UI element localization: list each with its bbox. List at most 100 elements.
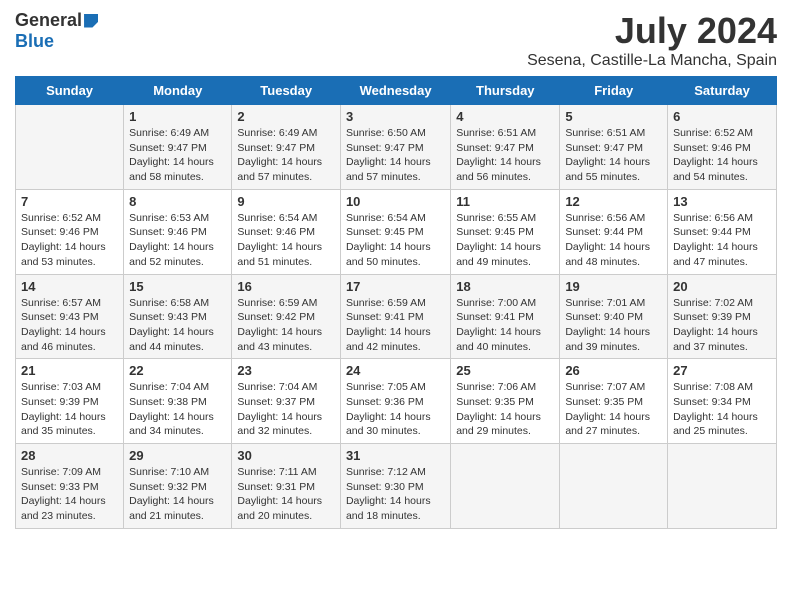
day-number: 5 (565, 109, 662, 124)
day-number: 4 (456, 109, 554, 124)
calendar-week-1: 1 Sunrise: 6:49 AMSunset: 9:47 PMDaylight… (16, 105, 777, 190)
weekday-header-wednesday: Wednesday (340, 77, 450, 105)
day-info: Sunrise: 6:54 AMSunset: 9:46 PMDaylight:… (237, 211, 335, 270)
calendar-cell: 19 Sunrise: 7:01 AMSunset: 9:40 PMDayligh… (560, 274, 668, 359)
logo: General Blue (15, 10, 98, 52)
day-info: Sunrise: 7:02 AMSunset: 9:39 PMDaylight:… (673, 296, 771, 355)
day-number: 16 (237, 279, 335, 294)
day-number: 29 (129, 448, 226, 463)
calendar-cell: 21Sunrise: 7:03 AMSunset: 9:39 PMDayligh… (16, 359, 124, 444)
calendar-cell: 22 Sunrise: 7:04 AMSunset: 9:38 PMDayligh… (124, 359, 232, 444)
weekday-row: SundayMondayTuesdayWednesdayThursdayFrid… (16, 77, 777, 105)
day-number: 12 (565, 194, 662, 209)
day-number: 23 (237, 363, 335, 378)
day-info: Sunrise: 6:49 AMSunset: 9:47 PMDaylight:… (237, 126, 335, 185)
calendar-cell: 4 Sunrise: 6:51 AMSunset: 9:47 PMDaylight… (451, 105, 560, 190)
day-number: 11 (456, 194, 554, 209)
day-number: 31 (346, 448, 445, 463)
day-number: 6 (673, 109, 771, 124)
calendar-cell: 7Sunrise: 6:52 AMSunset: 9:46 PMDaylight… (16, 189, 124, 274)
calendar-cell: 13 Sunrise: 6:56 AMSunset: 9:44 PMDayligh… (668, 189, 777, 274)
day-number: 30 (237, 448, 335, 463)
day-info: Sunrise: 7:11 AMSunset: 9:31 PMDaylight:… (237, 465, 335, 524)
calendar-cell (560, 444, 668, 529)
calendar-cell: 25Sunrise: 7:06 AMSunset: 9:35 PMDayligh… (451, 359, 560, 444)
calendar-cell: 26 Sunrise: 7:07 AMSunset: 9:35 PMDayligh… (560, 359, 668, 444)
day-info: Sunrise: 7:04 AMSunset: 9:37 PMDaylight:… (237, 380, 335, 439)
weekday-header-friday: Friday (560, 77, 668, 105)
calendar-week-2: 7Sunrise: 6:52 AMSunset: 9:46 PMDaylight… (16, 189, 777, 274)
day-info: Sunrise: 6:51 AMSunset: 9:47 PMDaylight:… (565, 126, 662, 185)
day-number: 10 (346, 194, 445, 209)
calendar-cell: 16 Sunrise: 6:59 AMSunset: 9:42 PMDayligh… (232, 274, 341, 359)
day-info: Sunrise: 6:52 AMSunset: 9:46 PMDaylight:… (673, 126, 771, 185)
day-number: 28 (21, 448, 118, 463)
day-number: 19 (565, 279, 662, 294)
calendar-cell: 28Sunrise: 7:09 AMSunset: 9:33 PMDayligh… (16, 444, 124, 529)
day-number: 22 (129, 363, 226, 378)
calendar-cell: 29 Sunrise: 7:10 AMSunset: 9:32 PMDayligh… (124, 444, 232, 529)
day-number: 24 (346, 363, 445, 378)
day-info: Sunrise: 7:05 AMSunset: 9:36 PMDaylight:… (346, 380, 445, 439)
day-number: 13 (673, 194, 771, 209)
weekday-header-sunday: Sunday (16, 77, 124, 105)
day-number: 1 (129, 109, 226, 124)
day-number: 14 (21, 279, 118, 294)
day-info: Sunrise: 6:56 AMSunset: 9:44 PMDaylight:… (673, 211, 771, 270)
calendar-cell: 27 Sunrise: 7:08 AMSunset: 9:34 PMDayligh… (668, 359, 777, 444)
day-info: Sunrise: 6:51 AMSunset: 9:47 PMDaylight:… (456, 126, 554, 185)
calendar-cell: 14 Sunrise: 6:57 AMSunset: 9:43 PMDayligh… (16, 274, 124, 359)
day-number: 8 (129, 194, 226, 209)
calendar-cell: 1 Sunrise: 6:49 AMSunset: 9:47 PMDaylight… (124, 105, 232, 190)
calendar-week-5: 28Sunrise: 7:09 AMSunset: 9:33 PMDayligh… (16, 444, 777, 529)
day-info: Sunrise: 6:49 AMSunset: 9:47 PMDaylight:… (129, 126, 226, 185)
calendar-cell (668, 444, 777, 529)
day-info: Sunrise: 6:55 AMSunset: 9:45 PMDaylight:… (456, 211, 554, 270)
day-number: 9 (237, 194, 335, 209)
day-info: Sunrise: 6:57 AMSunset: 9:43 PMDaylight:… (21, 296, 118, 355)
day-number: 7 (21, 194, 118, 209)
day-number: 18 (456, 279, 554, 294)
calendar-cell: 6 Sunrise: 6:52 AMSunset: 9:46 PMDaylight… (668, 105, 777, 190)
day-info: Sunrise: 7:08 AMSunset: 9:34 PMDaylight:… (673, 380, 771, 439)
logo-general: General (15, 10, 82, 31)
day-info: Sunrise: 7:12 AMSunset: 9:30 PMDaylight:… (346, 465, 445, 524)
calendar-cell: 3Sunrise: 6:50 AMSunset: 9:47 PMDaylight… (340, 105, 450, 190)
day-info: Sunrise: 7:07 AMSunset: 9:35 PMDaylight:… (565, 380, 662, 439)
day-info: Sunrise: 6:58 AMSunset: 9:43 PMDaylight:… (129, 296, 226, 355)
day-info: Sunrise: 6:53 AMSunset: 9:46 PMDaylight:… (129, 211, 226, 270)
calendar-title: July 2024 (527, 10, 777, 52)
day-info: Sunrise: 7:10 AMSunset: 9:32 PMDaylight:… (129, 465, 226, 524)
calendar-header: SundayMondayTuesdayWednesdayThursdayFrid… (16, 77, 777, 105)
day-info: Sunrise: 7:04 AMSunset: 9:38 PMDaylight:… (129, 380, 226, 439)
day-number: 26 (565, 363, 662, 378)
day-info: Sunrise: 6:59 AMSunset: 9:41 PMDaylight:… (346, 296, 445, 355)
day-number: 21 (21, 363, 118, 378)
calendar-cell: 10 Sunrise: 6:54 AMSunset: 9:45 PMDayligh… (340, 189, 450, 274)
calendar-week-4: 21Sunrise: 7:03 AMSunset: 9:39 PMDayligh… (16, 359, 777, 444)
calendar-body: 1 Sunrise: 6:49 AMSunset: 9:47 PMDaylight… (16, 105, 777, 529)
calendar-location: Sesena, Castille-La Mancha, Spain (527, 52, 777, 70)
day-number: 27 (673, 363, 771, 378)
calendar-cell: 2 Sunrise: 6:49 AMSunset: 9:47 PMDaylight… (232, 105, 341, 190)
page-header: General Blue July 2024 Sesena, Castille-… (15, 10, 777, 70)
calendar-week-3: 14 Sunrise: 6:57 AMSunset: 9:43 PMDayligh… (16, 274, 777, 359)
day-info: Sunrise: 7:01 AMSunset: 9:40 PMDaylight:… (565, 296, 662, 355)
calendar-cell: 8 Sunrise: 6:53 AMSunset: 9:46 PMDaylight… (124, 189, 232, 274)
calendar-cell: 18Sunrise: 7:00 AMSunset: 9:41 PMDayligh… (451, 274, 560, 359)
day-info: Sunrise: 6:59 AMSunset: 9:42 PMDaylight:… (237, 296, 335, 355)
day-info: Sunrise: 6:54 AMSunset: 9:45 PMDaylight:… (346, 211, 445, 270)
day-number: 2 (237, 109, 335, 124)
logo-icon (84, 14, 98, 28)
calendar-cell: 15 Sunrise: 6:58 AMSunset: 9:43 PMDayligh… (124, 274, 232, 359)
calendar-cell: 12 Sunrise: 6:56 AMSunset: 9:44 PMDayligh… (560, 189, 668, 274)
day-number: 25 (456, 363, 554, 378)
day-number: 17 (346, 279, 445, 294)
day-number: 15 (129, 279, 226, 294)
calendar-cell: 30 Sunrise: 7:11 AMSunset: 9:31 PMDayligh… (232, 444, 341, 529)
weekday-header-saturday: Saturday (668, 77, 777, 105)
calendar-cell (16, 105, 124, 190)
calendar-cell: 23 Sunrise: 7:04 AMSunset: 9:37 PMDayligh… (232, 359, 341, 444)
day-info: Sunrise: 6:56 AMSunset: 9:44 PMDaylight:… (565, 211, 662, 270)
calendar-cell: 5 Sunrise: 6:51 AMSunset: 9:47 PMDaylight… (560, 105, 668, 190)
